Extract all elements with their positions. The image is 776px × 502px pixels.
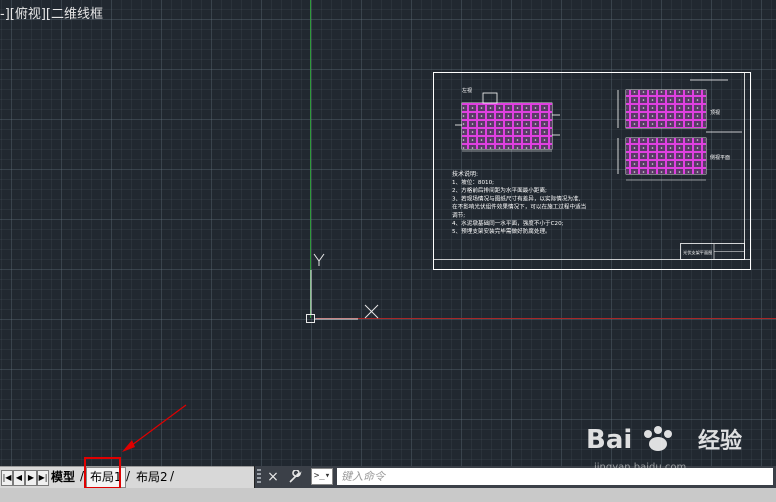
status-strip	[0, 488, 776, 502]
panel-array-right-top	[617, 79, 742, 133]
tab-separator: /	[126, 469, 131, 483]
annotation-arrow	[122, 404, 187, 452]
sheet-label-top: 顶视	[710, 109, 720, 116]
command-history-button[interactable]: >_▾	[311, 468, 333, 485]
tab-separator: /	[170, 469, 175, 483]
panel-array-right-bottom	[617, 137, 707, 181]
close-icon[interactable]: ×	[264, 467, 282, 487]
watermark-url: jingyan.baidu.com	[594, 462, 687, 473]
grip-handle[interactable]	[257, 469, 261, 485]
panel-array-left	[455, 92, 560, 152]
ucs-icon	[306, 253, 379, 323]
command-input[interactable]	[337, 468, 773, 485]
sheet-label-side: 左视	[462, 87, 472, 94]
svg-text:Bai: Bai	[586, 425, 632, 455]
layout1-highlight-box	[84, 457, 121, 489]
note-line: 1、坡位：8010;	[452, 178, 494, 186]
first-tab-icon[interactable]: |◀	[1, 470, 13, 486]
svg-text:经验: 经验	[698, 428, 742, 454]
note-line: 2、方格前后排间距为水平面最小距离;	[452, 186, 547, 194]
viewport-controls-label[interactable]: -][俯视][二维线框	[0, 3, 103, 22]
drawing-sheet[interactable]: 左视 顶视 侧视平面 技术说明: 1、坡位：8010;2、方格前后排间距为水平面…	[433, 72, 751, 270]
technical-notes: 1、坡位：8010;2、方格前后排间距为水平面最小距离;3、若现场情况与图纸尺寸…	[452, 178, 586, 235]
note-line: 5、预埋支架安装完毕需做好防腐处理。	[452, 227, 551, 235]
title-block-text: 光伏支架平面图	[683, 249, 712, 256]
notes-title: 技术说明:	[452, 170, 478, 178]
wrench-icon[interactable]	[286, 467, 304, 487]
note-line: 调节;	[452, 211, 465, 219]
model-viewport[interactable]: 左视 顶视 侧视平面 技术说明: 1、坡位：8010; 2、方格前后排间距为水平面…	[0, 0, 776, 466]
paw-icon	[644, 426, 672, 451]
prev-tab-icon[interactable]: ◀	[13, 470, 25, 486]
note-line: 3、若现场情况与图纸尺寸有差异，以实际情况为准,	[452, 194, 581, 202]
tab-layout2[interactable]: 布局2	[133, 468, 171, 487]
tab-model[interactable]: 模型	[48, 468, 78, 487]
note-line: 在不影响光伏组件效果情况下，可以在施工过程中适当	[452, 203, 586, 211]
baidu-watermark-logo: Bai 经验	[586, 425, 742, 455]
sheet-label-plan: 侧视平面	[710, 154, 730, 161]
next-tab-icon[interactable]: ▶	[25, 470, 37, 486]
note-line: 4、水泥墩基础同一水平面，强度不小于C20;	[452, 219, 564, 227]
title-block: 光伏支架平面图	[680, 243, 745, 260]
drawing-canvas[interactable]: 左视 顶视 侧视平面 技术说明: 1、坡位：8010;2、方格前后排间距为水平面…	[0, 0, 776, 466]
